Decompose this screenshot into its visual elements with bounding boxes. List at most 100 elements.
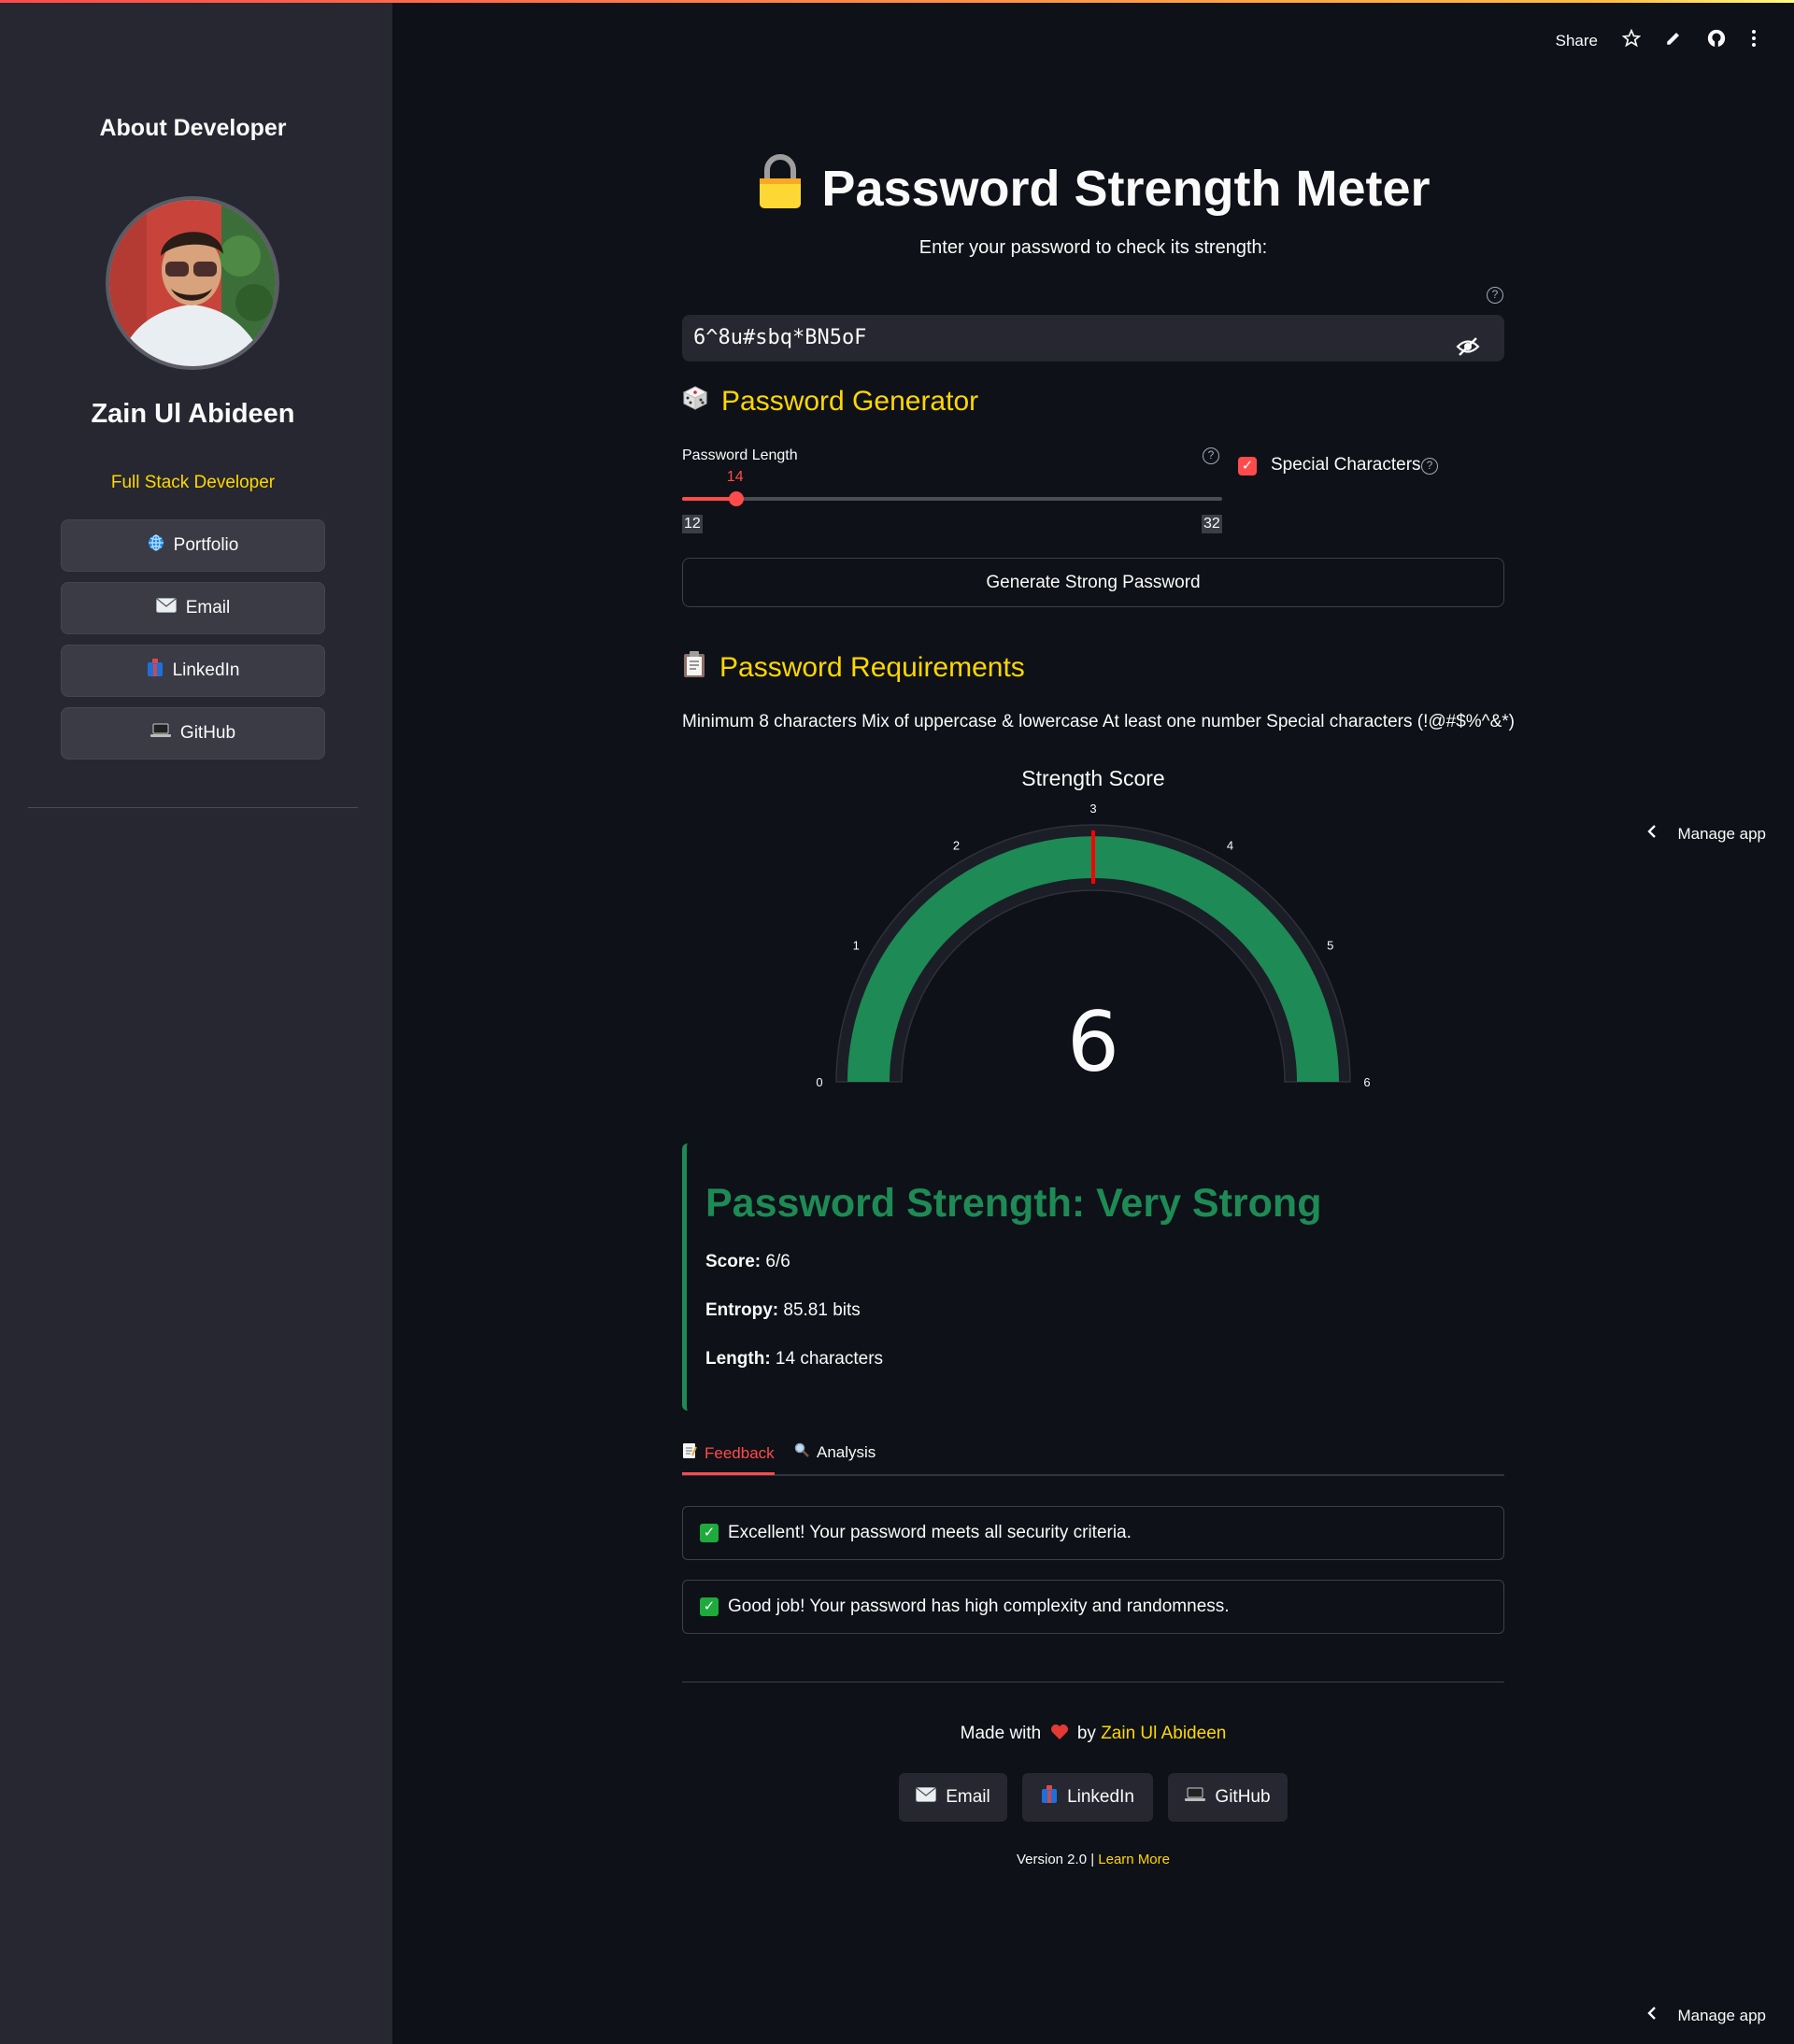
entropy-label: Entropy: [705,1300,779,1320]
github-button[interactable]: GitHub [61,707,325,759]
password-length-label: Password Length [682,447,798,463]
check-mark-icon: ✓ [700,1597,719,1616]
manage-app-label: Manage app [1677,824,1766,843]
by-text: by [1076,1724,1096,1743]
score-line: Score: 6/6 [705,1252,790,1272]
strength-gauge-chart: 0 1 2 3 4 5 6 6 [816,802,1370,1090]
gauge-tick-label: 3 [1089,802,1096,816]
manage-app-button[interactable]: Manage app [1647,824,1766,844]
manage-app-label: Manage app [1677,2006,1766,2024]
generate-password-button[interactable]: Generate Strong Password [682,558,1504,607]
chevron-left-icon [1647,824,1657,844]
tab-feedback[interactable]: Feedback [682,1442,775,1464]
star-icon[interactable] [1621,28,1642,52]
lock-icon [756,154,804,222]
special-characters-label: Special Characters [1271,455,1421,475]
tab-active-indicator [682,1472,775,1475]
footer-github-label: GitHub [1215,1787,1271,1807]
version-line: Version 2.0 | Learn More [682,1852,1504,1867]
more-menu-icon[interactable] [1751,29,1757,52]
page-subtitle: Enter your password to check its strengt… [918,237,1268,258]
gauge-tick-label: 6 [1363,1075,1370,1089]
check-mark-icon: ✓ [700,1524,719,1542]
developer-role: Full Stack Developer [110,473,276,492]
gauge-tick-label: 5 [1327,939,1333,953]
length-label: Length: [705,1349,771,1369]
length-slider-track[interactable] [682,497,1222,501]
avatar [106,196,279,370]
help-icon[interactable]: ? [1421,458,1438,475]
portfolio-button-label: Portfolio [173,535,239,555]
footer-linkedin-button[interactable]: LinkedIn [1022,1773,1153,1822]
requirements-heading-text: Password Requirements [719,652,1025,683]
portfolio-button[interactable]: Portfolio [61,519,325,572]
password-length-value: 14 [726,469,744,485]
email-button-label: Email [185,598,231,617]
tab-bar: Feedback Analysis [682,1439,1504,1476]
length-slider-min: 12 [682,515,703,533]
page-title-text: Password Strength Meter [821,160,1431,217]
length-slider-max: 32 [1202,515,1222,533]
entropy-value: 85.81 bits [778,1300,861,1320]
feedback-text: Good job! Your password has high complex… [728,1597,1230,1616]
made-with-text: Made with [960,1724,1042,1743]
result-panel: Password Strength: Very Strong Score: 6/… [682,1143,1504,1411]
tab-feedback-label: Feedback [705,1443,775,1462]
password-input-value: 6^8u#sbq*BN5oF [693,326,867,349]
footer-email-label: Email [946,1787,990,1807]
generator-heading: Password Generator [682,385,978,419]
gauge-tick-label: 2 [953,838,960,852]
length-line: Length: 14 characters [705,1349,883,1370]
github-button-label: GitHub [179,723,236,743]
linkedin-icon [1041,1785,1058,1810]
magnifier-icon [794,1442,809,1462]
footer-linkedin-label: LinkedIn [1067,1787,1134,1807]
special-characters-checkbox[interactable]: ✓ [1238,457,1257,476]
laptop-icon [1185,1787,1206,1808]
edit-icon[interactable] [1665,30,1682,51]
heart-icon [1046,1724,1077,1743]
linkedin-button-label: LinkedIn [172,660,240,680]
footer-email-button[interactable]: Email [899,1773,1007,1822]
requirements-heading: Password Requirements [682,650,1025,686]
memo-icon [682,1442,697,1464]
length-slider-thumb[interactable] [728,491,744,506]
github-icon[interactable] [1706,28,1727,53]
dice-icon [682,385,708,419]
feedback-item: ✓ Good job! Your password has high compl… [682,1580,1504,1634]
chevron-left-icon [1647,2006,1657,2025]
email-button[interactable]: Email [61,582,325,634]
share-button[interactable]: Share [1556,32,1598,50]
linkedin-button[interactable]: LinkedIn [61,645,325,697]
gauge-value-number: 6 [1067,994,1119,1090]
gauge-tick-label: 4 [1227,838,1233,852]
sidebar: About Developer Zain Ul Abideen Full Sta… [0,3,392,2044]
laptop-icon [150,723,171,744]
requirements-text: Minimum 8 characters Mix of uppercase & … [682,712,1515,731]
score-value: 6/6 [761,1252,790,1271]
envelope-icon [155,598,177,618]
gauge-tick-label: 0 [816,1075,822,1089]
help-icon[interactable]: ? [1203,447,1219,464]
feedback-item: ✓ Excellent! Your password meets all sec… [682,1506,1504,1560]
page-title: Password Strength Meter [682,154,1504,222]
learn-more-link[interactable]: Learn More [1098,1852,1170,1867]
manage-app-button-bottom[interactable]: Manage app [1647,2006,1766,2025]
envelope-icon [916,1787,937,1808]
feedback-text: Excellent! Your password meets all secur… [728,1523,1132,1542]
help-icon[interactable]: ? [1487,287,1503,304]
eye-off-icon[interactable] [1456,328,1480,375]
footer-github-button[interactable]: GitHub [1168,1773,1288,1822]
author-link[interactable]: Zain Ul Abideen [1101,1724,1226,1743]
clipboard-icon [682,650,706,686]
sidebar-divider [28,807,358,808]
entropy-line: Entropy: 85.81 bits [705,1300,861,1321]
gauge-title: Strength Score [1021,766,1165,790]
app-toolbar: Share [1556,28,1757,53]
password-input[interactable]: 6^8u#sbq*BN5oF [682,315,1504,362]
version-text: Version 2.0 | [1016,1852,1095,1867]
result-heading: Password Strength: Very Strong [705,1181,1322,1226]
tab-analysis[interactable]: Analysis [794,1442,876,1462]
length-value: 14 characters [770,1349,884,1369]
linkedin-icon [147,659,164,683]
